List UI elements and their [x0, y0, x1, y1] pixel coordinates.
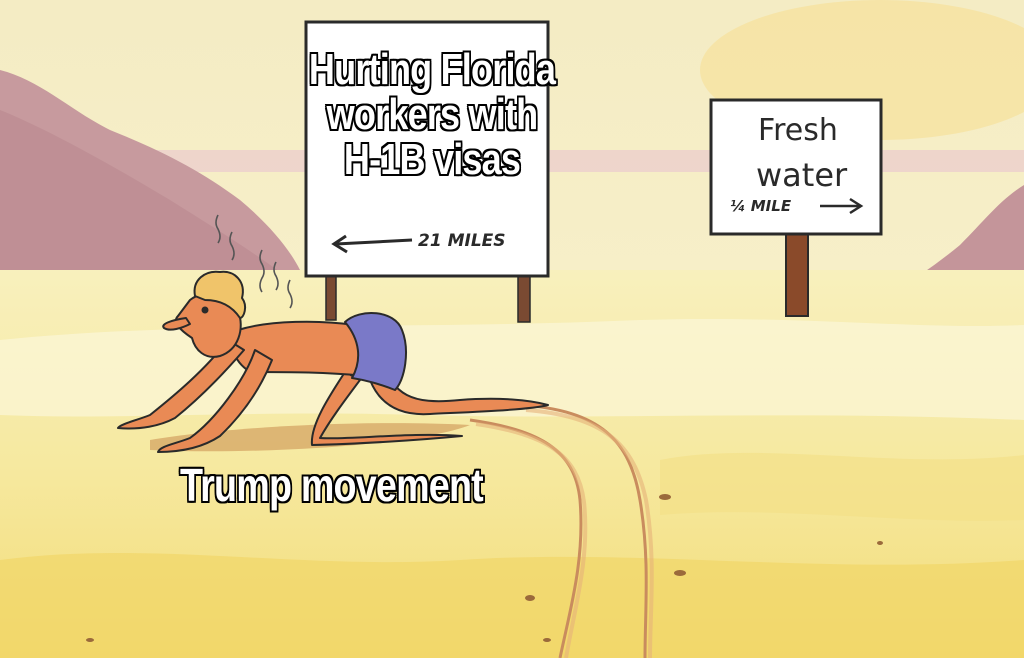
top-caption-line-1: Hurting Florida: [308, 45, 557, 94]
left-sign-distance: 21 MILES: [418, 231, 506, 251]
right-sign-line1: Fresh: [758, 113, 838, 148]
bottom-caption: Trump movement: [179, 459, 484, 511]
top-caption-line-2: workers with: [326, 89, 539, 139]
right-sign-distance: ¼ MILE: [730, 197, 792, 215]
dune-shadow-2: [660, 452, 1024, 521]
dune-shadow: [0, 552, 1024, 658]
top-caption-line-3: H-1B visas: [343, 134, 522, 184]
left-sign-post-right: [517, 269, 531, 323]
top-caption: Hurting Florida workers with H-1B visas: [301, 45, 563, 184]
right-sign-post: [785, 231, 809, 317]
man-eye: [201, 306, 209, 314]
right-sign-line2: water: [756, 156, 848, 194]
